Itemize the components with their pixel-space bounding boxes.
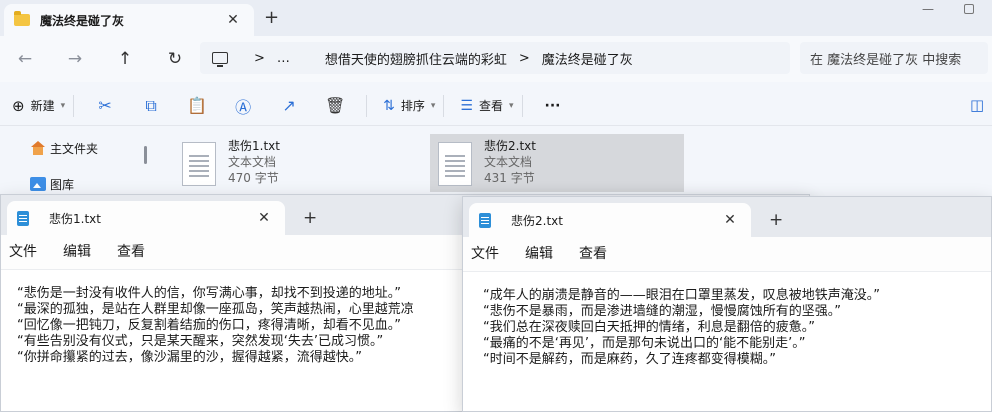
sidebar-scrollbar[interactable] — [144, 146, 147, 164]
chevron-down-icon: ▾ — [508, 100, 514, 111]
refresh-button[interactable]: ↻ — [150, 49, 200, 69]
details-pane-icon[interactable]: ◫ — [970, 96, 984, 114]
add-icon: ⊕ — [12, 96, 25, 115]
search-input[interactable]: 在 魔法终是碰了灰 中搜索 — [800, 42, 988, 74]
chevron-down-icon: ▾ — [430, 100, 436, 111]
file-meta: 悲伤1.txt 文本文档 470 字节 — [228, 138, 280, 186]
text-line: “成年人的崩溃是静音的——眼泪在口罩里蒸发，叹息被地铁声淹没。” — [483, 288, 880, 303]
new-button[interactable]: ⊕ 新建 ▾ — [12, 97, 65, 115]
view-button[interactable]: ☰ 查看 ▾ — [460, 97, 513, 114]
maximize-button[interactable] — [964, 4, 974, 14]
file-name: 悲伤1.txt — [228, 139, 280, 153]
menu-edit[interactable]: 编辑 — [63, 241, 91, 261]
notepad-icon — [17, 210, 29, 226]
file-size: 431 字节 — [484, 171, 535, 185]
new-tab-button[interactable]: + — [769, 210, 783, 230]
notepad-text-area[interactable]: “成年人的崩溃是静音的——眼泪在口罩里蒸发，叹息被地铁声淹没。” “悲伤不是暴雨… — [463, 271, 991, 411]
breadcrumb-current[interactable]: 魔法终是碰了灰 — [542, 49, 633, 68]
file-item-sad2[interactable]: 悲伤2.txt 文本文档 431 字节 — [430, 134, 684, 192]
text-line: “最痛的不是‘再见’，而是那句未说出口的‘能不能别走’。” — [483, 336, 806, 351]
toolbar-divider — [73, 94, 75, 117]
notepad-tab[interactable]: 悲伤2.txt ✕ — [469, 203, 751, 237]
sort-icon: ⇅ — [383, 97, 395, 114]
text-line: “我们总在深夜赎回白天抵押的情绪，利息是翻倍的疲惫。” — [483, 320, 815, 335]
new-tab-button[interactable]: + — [303, 208, 317, 228]
sort-label: 排序 — [400, 99, 425, 113]
up-button[interactable]: ↑ — [100, 49, 150, 69]
breadcrumb-parent[interactable]: 想借天使的翅膀抓住云端的彩虹 — [325, 49, 507, 68]
notepad-window-sad2: 悲伤2.txt ✕ + 文件 编辑 查看 “成年人的崩溃是静音的——眼泪在口罩里… — [462, 196, 992, 412]
breadcrumb-ellipsis[interactable]: … — [277, 51, 290, 66]
back-button[interactable]: ← — [0, 49, 50, 69]
file-size: 470 字节 — [228, 171, 279, 185]
breadcrumb-separator[interactable]: > — [519, 51, 530, 66]
menu-file[interactable]: 文件 — [9, 241, 37, 261]
view-label: 查看 — [478, 99, 503, 113]
menu-view[interactable]: 查看 — [579, 243, 607, 263]
new-tab-button[interactable]: + — [264, 7, 279, 28]
toolbar-divider — [443, 94, 445, 117]
copy-icon[interactable]: ⧉ — [128, 96, 174, 116]
text-file-icon — [438, 142, 472, 186]
more-options-button[interactable]: ··· — [545, 98, 561, 114]
sort-button[interactable]: ⇅ 排序 ▾ — [383, 97, 435, 114]
sidebar-item-label: 图库 — [50, 177, 75, 192]
chevron-down-icon: ▾ — [60, 100, 66, 111]
menu-view[interactable]: 查看 — [117, 241, 145, 261]
explorer-tab-title: 魔法终是碰了灰 — [40, 13, 125, 28]
new-label: 新建 — [30, 99, 55, 113]
close-tab-icon[interactable]: ✕ — [222, 12, 244, 28]
explorer-tab-bar: 魔法终是碰了灰 ✕ + — — [0, 0, 992, 36]
share-icon[interactable]: ↗ — [266, 96, 312, 115]
breadcrumb-separator[interactable]: > — [254, 51, 265, 66]
notepad-tab-title: 悲伤2.txt — [511, 213, 563, 228]
address-bar[interactable]: > … > 想借天使的翅膀抓住云端的彩虹 > 魔法终是碰了灰 — [200, 42, 790, 74]
cut-icon[interactable]: ✂ — [82, 96, 128, 115]
notepad-tab-bar: 悲伤2.txt ✕ + — [463, 197, 991, 237]
folder-icon — [14, 11, 30, 26]
file-type: 文本文档 — [228, 155, 277, 169]
notepad-menu-bar: 文件 编辑 查看 — [463, 239, 633, 267]
paste-icon[interactable]: 📋 — [174, 96, 220, 115]
view-icon: ☰ — [460, 97, 473, 114]
close-tab-icon[interactable]: ✕ — [253, 210, 275, 226]
minimize-button[interactable]: — — [922, 2, 934, 16]
navigation-pane: 主文件夹 图库 — [0, 134, 150, 198]
notepad-icon — [479, 212, 491, 228]
file-meta: 悲伤2.txt 文本文档 431 字节 — [484, 138, 536, 186]
forward-button[interactable]: → — [50, 49, 100, 69]
toolbar-divider — [366, 94, 368, 117]
file-type: 文本文档 — [484, 155, 533, 169]
file-item-sad1[interactable]: 悲伤1.txt 文本文档 470 字节 — [174, 134, 424, 192]
notepad-menu-bar: 文件 编辑 查看 — [1, 237, 171, 265]
notepad-tab[interactable]: 悲伤1.txt ✕ — [7, 201, 285, 235]
menu-file[interactable]: 文件 — [471, 243, 499, 263]
close-tab-icon[interactable]: ✕ — [719, 212, 741, 228]
explorer-tab[interactable]: 魔法终是碰了灰 ✕ — [4, 4, 254, 36]
rename-icon[interactable]: Ⓐ — [220, 94, 266, 118]
sidebar-item-label: 主文件夹 — [50, 141, 99, 156]
navigation-bar: ← → ↑ ↻ > … > 想借天使的翅膀抓住云端的彩虹 > 魔法终是碰了灰 在… — [0, 36, 992, 82]
command-bar: ⊕ 新建 ▾ ✂ ⧉ 📋 Ⓐ ↗ 🗑 ⇅ 排序 ▾ ☰ 查看 ▾ ··· ◫ — [0, 86, 992, 126]
menu-edit[interactable]: 编辑 — [525, 243, 553, 263]
text-file-icon — [182, 142, 216, 186]
gallery-icon — [30, 177, 46, 191]
text-line: “时间不是解药，而是麻药，久了连疼都变得模糊。” — [483, 352, 776, 367]
text-line: “悲伤不是暴雨，而是渗进墙缝的潮湿，慢慢腐蚀所有的坚强。” — [483, 304, 841, 319]
this-pc-icon[interactable] — [212, 52, 228, 67]
home-icon — [30, 141, 46, 155]
toolbar-divider — [521, 94, 523, 117]
delete-icon[interactable]: 🗑 — [312, 96, 358, 115]
file-name: 悲伤2.txt — [484, 139, 536, 153]
sidebar-item-home[interactable]: 主文件夹 — [0, 134, 150, 162]
notepad-tab-title: 悲伤1.txt — [49, 211, 101, 226]
